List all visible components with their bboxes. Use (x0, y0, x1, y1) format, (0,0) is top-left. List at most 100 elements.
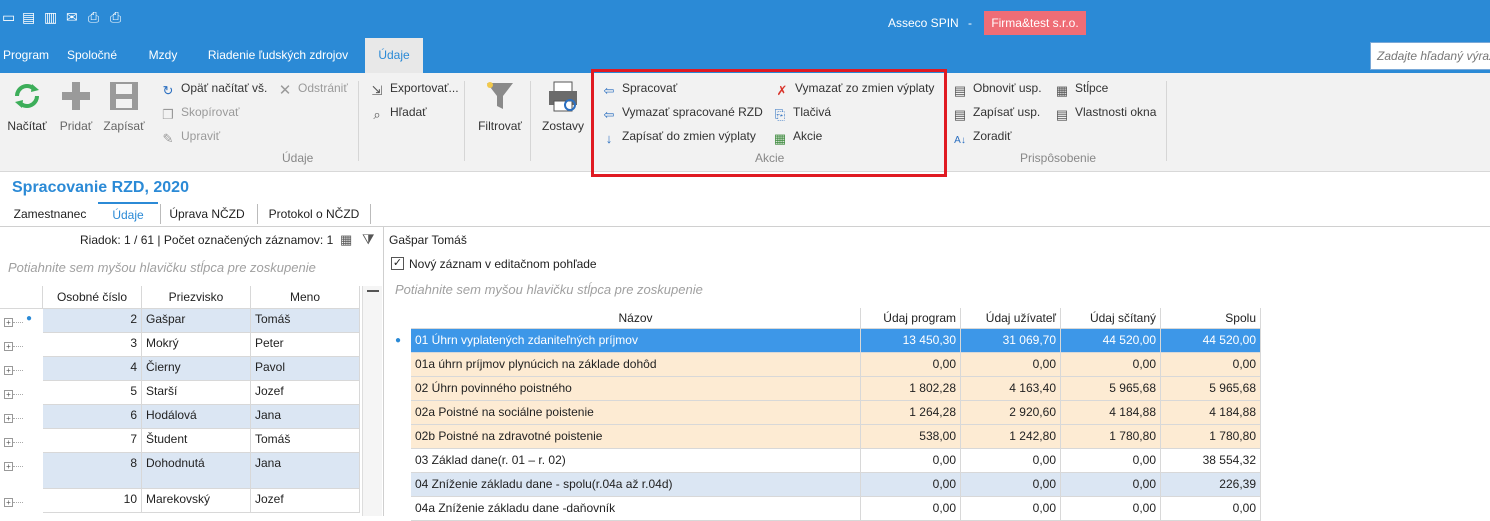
table-row[interactable]: 04 Zníženie základu dane - spolu(r.04a a… (411, 473, 1261, 497)
table-row[interactable]: +6 Hodálová Jana (0, 405, 384, 429)
udaj-scitany-cell[interactable]: 0,00 (1061, 497, 1161, 521)
udaj-scitany-cell[interactable]: 4 184,88 (1061, 401, 1161, 425)
table-row[interactable]: 01 Úhrn vyplatených zdaniteľných príjmov… (411, 329, 1261, 353)
meno-cell[interactable]: Peter (251, 333, 360, 357)
add-button[interactable]: Pridať (56, 79, 96, 133)
column-header-osobne-cislo[interactable]: Osobné číslo (43, 286, 142, 309)
udaj-program-cell[interactable]: 1 264,28 (861, 401, 961, 425)
group-by-hint[interactable]: Potiahnite sem myšou hlavičku stĺpca pre… (8, 260, 316, 275)
tab-udaje[interactable]: Údaje (365, 38, 423, 73)
meno-cell[interactable]: Jozef (251, 381, 360, 405)
expand-row-icon[interactable]: + (4, 342, 13, 351)
expand-row-icon[interactable]: + (4, 414, 13, 423)
subtab-udaje[interactable]: Údaje (98, 202, 158, 226)
save-button[interactable]: Zapísať (102, 79, 146, 133)
email-icon[interactable]: ✉ (66, 9, 78, 25)
table-row[interactable]: +7 Študent Tomáš (0, 429, 384, 453)
spolu-cell[interactable]: 0,00 (1161, 353, 1261, 377)
tab-mzdy[interactable]: Mzdy (138, 38, 188, 73)
osobne-cislo-cell[interactable]: 10 (43, 489, 142, 513)
table-row[interactable]: 02b Poistné na zdravotné poistenie 538,00… (411, 425, 1261, 449)
nazov-cell[interactable]: 01 Úhrn vyplatených zdaniteľných príjmov (411, 329, 861, 353)
window-props-button[interactable]: ▤ Vlastnosti okna (1054, 102, 1157, 122)
priezvisko-cell[interactable]: Mokrý (142, 333, 251, 357)
meno-cell[interactable]: Jana (251, 453, 360, 489)
udaj-program-cell[interactable]: 0,00 (861, 473, 961, 497)
spolu-cell[interactable]: 1 780,80 (1161, 425, 1261, 449)
table-row[interactable]: + ● 2 Gašpar Tomáš (0, 309, 384, 333)
priezvisko-cell[interactable]: Gašpar (142, 309, 251, 333)
meno-cell[interactable]: Jozef (251, 489, 360, 513)
udaj-uzivatel-cell[interactable]: 0,00 (961, 449, 1061, 473)
tab-program[interactable]: Program (0, 38, 52, 73)
meno-cell[interactable]: Pavol (251, 357, 360, 381)
udaj-program-cell[interactable]: 13 450,30 (861, 329, 961, 353)
spolu-cell[interactable]: 5 965,68 (1161, 377, 1261, 401)
meno-cell[interactable]: Jana (251, 405, 360, 429)
subtab-uprava-nczd[interactable]: Úprava NČZD (164, 202, 250, 226)
reports-button[interactable]: Zostavy (538, 79, 588, 133)
column-header-udaj-uzivatel[interactable]: Údaj užívateľ (961, 308, 1061, 329)
priezvisko-cell[interactable]: Starší (142, 381, 251, 405)
load-button[interactable]: Načítať (4, 79, 50, 133)
osobne-cislo-cell[interactable]: 8 (43, 453, 142, 489)
spolu-cell[interactable]: 0,00 (1161, 497, 1261, 521)
priezvisko-cell[interactable]: Marekovský (142, 489, 251, 513)
osobne-cislo-cell[interactable]: 2 (43, 309, 142, 333)
expand-row-icon[interactable]: + (4, 318, 13, 327)
udaj-uzivatel-cell[interactable]: 4 163,40 (961, 377, 1061, 401)
udaj-uzivatel-cell[interactable]: 0,00 (961, 353, 1061, 377)
priezvisko-cell[interactable]: Dohodnutá (142, 453, 251, 489)
table-row[interactable]: +5 Starší Jozef (0, 381, 384, 405)
table-row[interactable]: +4 Čierny Pavol (0, 357, 384, 381)
nazov-cell[interactable]: 04 Zníženie základu dane - spolu(r.04a a… (411, 473, 861, 497)
meno-cell[interactable]: Tomáš (251, 309, 360, 333)
new-record-checkbox[interactable]: ✓ (391, 257, 404, 270)
column-header-spolu[interactable]: Spolu (1161, 308, 1261, 329)
osobne-cislo-cell[interactable]: 5 (43, 381, 142, 405)
udaj-uzivatel-cell[interactable]: 2 920,60 (961, 401, 1061, 425)
spolu-cell[interactable]: 226,39 (1161, 473, 1261, 497)
reload-all-button[interactable]: ↻ Opäť načítať vš. (160, 78, 268, 98)
priezvisko-cell[interactable]: Čierny (142, 357, 251, 381)
table-row[interactable]: 02 Úhrn povinného poistného 1 802,28 4 163… (411, 377, 1261, 401)
udaj-program-cell[interactable]: 0,00 (861, 449, 961, 473)
udaj-scitany-cell[interactable]: 0,00 (1061, 449, 1161, 473)
print-icon[interactable]: ⎙ (88, 9, 99, 25)
column-header-meno[interactable]: Meno (251, 286, 360, 309)
scroll-up-icon[interactable] (367, 290, 379, 292)
export-button[interactable]: ⇲ Exportovať... (369, 78, 459, 98)
spolu-cell[interactable]: 4 184,88 (1161, 401, 1261, 425)
udaj-scitany-cell[interactable]: 1 780,80 (1061, 425, 1161, 449)
osobne-cislo-cell[interactable]: 7 (43, 429, 142, 453)
search-input[interactable]: Zadajte hľadaný výraz (1370, 42, 1490, 70)
table-row[interactable]: 02a Poistné na sociálne poistenie 1 264,2… (411, 401, 1261, 425)
table-row[interactable]: 01a úhrn príjmov plynúcich na základe do… (411, 353, 1261, 377)
subtab-protokol-nczd[interactable]: Protokol o NČZD (262, 202, 366, 226)
record-selection-icon[interactable]: ▦ (340, 232, 352, 248)
table-row[interactable]: +10 Marekovský Jozef (0, 489, 384, 513)
restore-settings-button[interactable]: ▤ Obnoviť usp. (952, 78, 1042, 98)
nazov-cell[interactable]: 02b Poistné na zdravotné poistenie (411, 425, 861, 449)
tab-riadenie-ludskych-zdrojov[interactable]: Riadenie ľudských zdrojov (200, 38, 356, 73)
table-row[interactable]: 04a Zníženie základu dane -daňovník 0,00 0… (411, 497, 1261, 521)
osobne-cislo-cell[interactable]: 6 (43, 405, 142, 429)
columns-button[interactable]: ▦ Stĺpce (1054, 78, 1109, 98)
udaj-program-cell[interactable]: 0,00 (861, 497, 961, 521)
udaj-program-cell[interactable]: 1 802,28 (861, 377, 961, 401)
save-settings-button[interactable]: ▤ Zapísať usp. (952, 102, 1040, 122)
sort-button[interactable]: A↓ Zoradiť (952, 126, 1011, 146)
meno-cell[interactable]: Tomáš (251, 429, 360, 453)
firm-badge[interactable]: Firma&test s.r.o. (984, 11, 1086, 35)
print-preview-icon[interactable]: ⎙ (110, 9, 121, 25)
table-row[interactable]: +8 Dohodnutá Jana (0, 453, 384, 489)
column-header-nazov[interactable]: Názov (411, 308, 861, 329)
expand-row-icon[interactable]: + (4, 366, 13, 375)
nazov-cell[interactable]: 02 Úhrn povinného poistného (411, 377, 861, 401)
udaj-uzivatel-cell[interactable]: 0,00 (961, 473, 1061, 497)
udaj-scitany-cell[interactable]: 0,00 (1061, 353, 1161, 377)
delete-button[interactable]: ✕ Odstrániť (277, 78, 348, 99)
column-header-udaj-program[interactable]: Údaj program (861, 308, 961, 329)
column-header-udaj-scitany[interactable]: Údaj sčítaný (1061, 308, 1161, 329)
priezvisko-cell[interactable]: Hodálová (142, 405, 251, 429)
